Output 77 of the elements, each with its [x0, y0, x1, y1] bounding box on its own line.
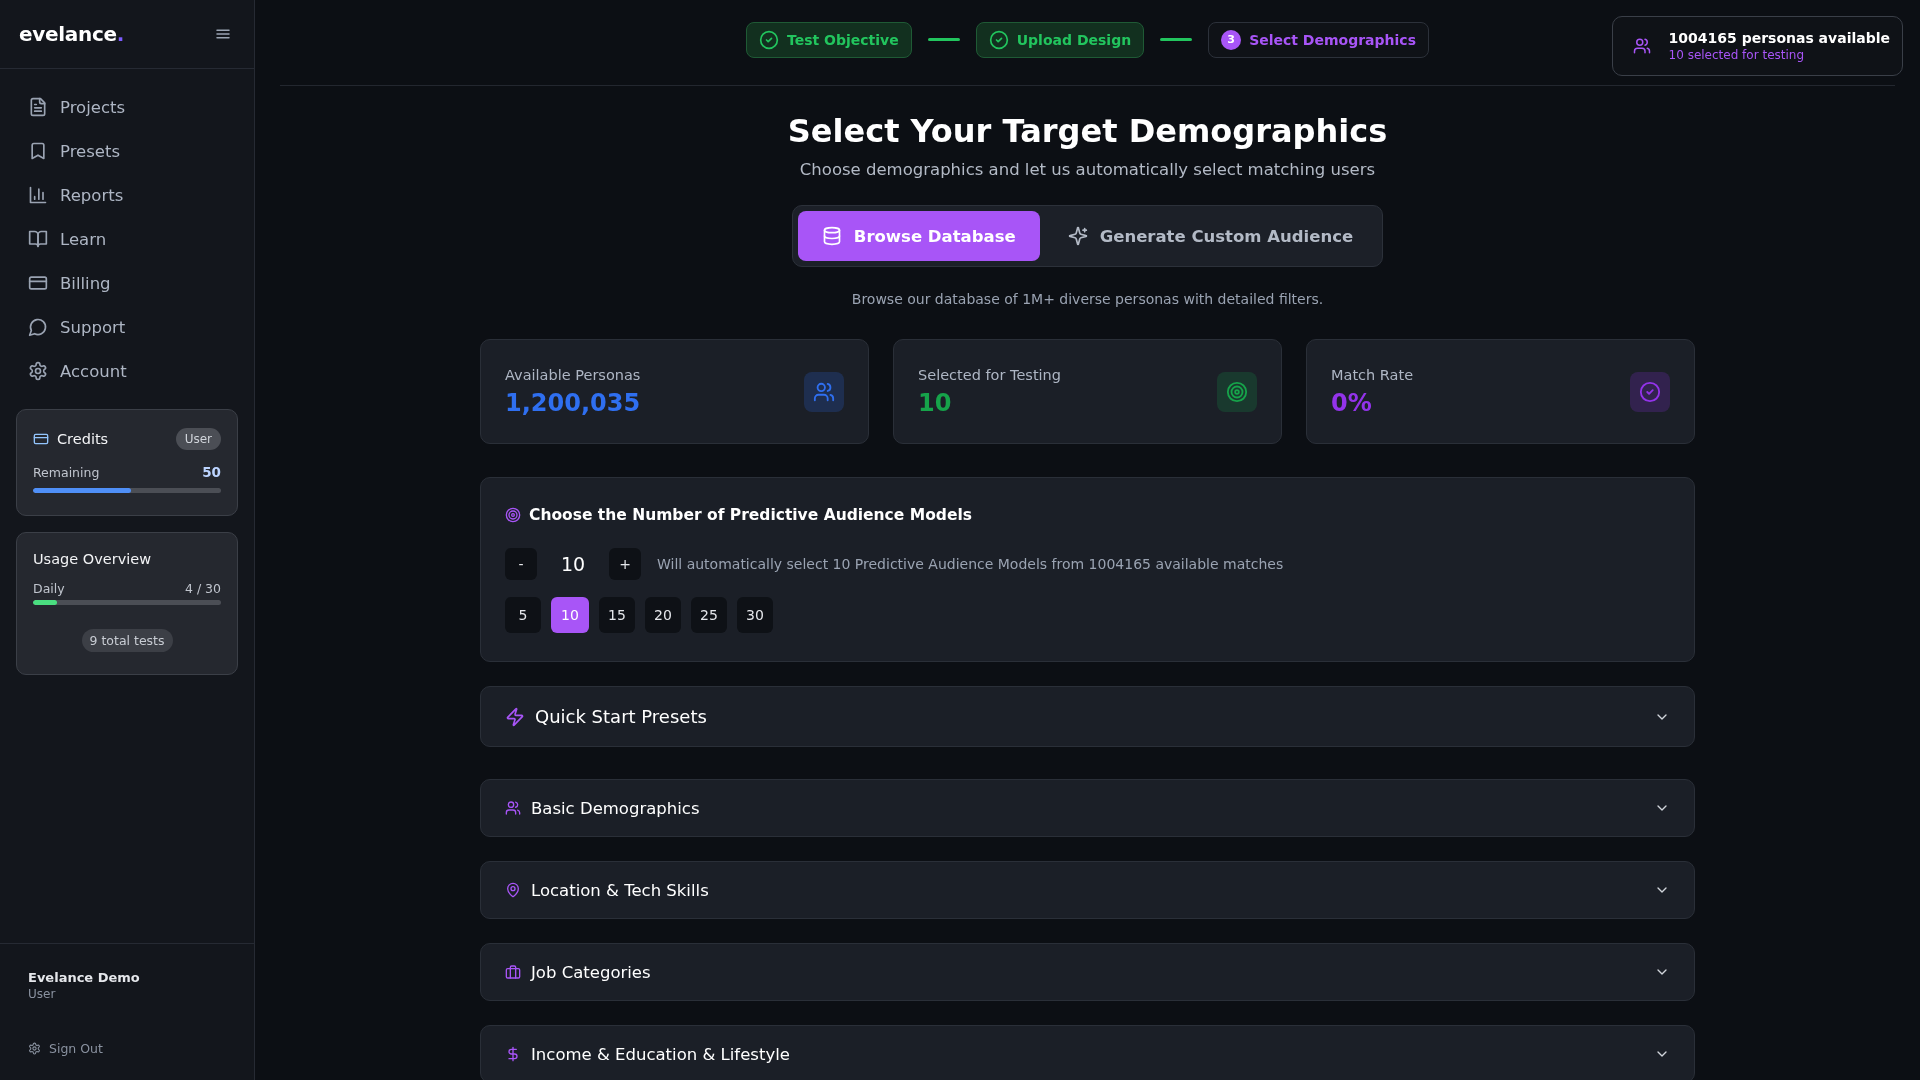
increment-button[interactable]: +	[609, 548, 641, 580]
page-title: Select Your Target Demographics	[787, 112, 1388, 150]
preset-button[interactable]: 25	[691, 597, 727, 633]
preset-button[interactable]: 10	[551, 597, 589, 633]
sign-out-button[interactable]: Sign Out	[28, 1041, 103, 1056]
map-pin-icon	[505, 882, 521, 898]
people-icon	[505, 800, 521, 816]
personas-count: 1004165 personas available	[1668, 30, 1890, 46]
panel-title: Choose the Number of Predictive Audience Models	[529, 506, 972, 524]
section-header[interactable]: Job Categories	[480, 943, 1695, 1001]
check-circle-icon	[759, 29, 779, 50]
check-circle-icon	[988, 29, 1009, 50]
gear-icon	[28, 1042, 41, 1055]
user-role: User	[28, 987, 57, 1001]
step-connector	[1160, 38, 1193, 41]
target-icon	[505, 507, 521, 523]
step-connector	[927, 38, 960, 41]
stat-value: 1,200,035	[505, 388, 641, 417]
file-icon	[28, 97, 48, 117]
section-header[interactable]: Basic Demographics	[480, 779, 1695, 837]
lightning-icon	[505, 706, 525, 727]
nav-item[interactable]: Presets	[28, 129, 121, 173]
target-icon	[1226, 380, 1248, 403]
bookmark-icon	[28, 141, 48, 161]
step-pill[interactable]: 3 Select Demographics	[1208, 21, 1429, 58]
mode-tab[interactable]: Browse Database	[797, 211, 1040, 261]
usage-label: Daily	[33, 581, 65, 596]
section-header[interactable]: Income & Education & Lifestyle	[480, 1025, 1695, 1080]
nav-item[interactable]: Learn	[28, 217, 107, 261]
page-subtitle: Choose demographics and let us automatically select matching users	[799, 160, 1376, 179]
nav-item[interactable]: Billing	[28, 261, 111, 305]
nav-item[interactable]: Support	[28, 305, 126, 349]
people-icon	[813, 380, 835, 403]
step-number: 3	[1221, 29, 1242, 50]
dollar-icon	[505, 1046, 521, 1062]
bar-chart-icon	[28, 185, 48, 205]
user-name: Evelance Demo	[28, 970, 141, 985]
book-icon	[28, 229, 48, 249]
usage-title: Usage Overview	[33, 551, 152, 567]
decrement-button[interactable]: -	[505, 548, 537, 580]
credits-title: Credits	[57, 431, 109, 447]
credits-value: 50	[202, 464, 221, 480]
check-circle-icon	[1639, 380, 1661, 403]
usage-value: 4 / 30	[184, 581, 221, 596]
preset-button[interactable]: 15	[599, 597, 635, 633]
nav-item[interactable]: Projects	[28, 85, 126, 129]
mode-description: Browse our database of 1M+ diverse personas with detailed filters.	[851, 291, 1324, 307]
section-header[interactable]: Quick Start Presets	[480, 686, 1695, 747]
sparkle-icon	[1067, 226, 1088, 246]
stat-label: Selected for Testing	[918, 366, 1061, 383]
mode-tab[interactable]: Generate Custom Audience	[1043, 211, 1378, 261]
speech-bubble-icon	[28, 317, 48, 337]
model-count: 10	[559, 553, 587, 575]
stat-value: 10	[918, 388, 953, 417]
models-note: Will automatically select 10 Predictive Audience Models from 1004165 available matches	[657, 556, 1284, 572]
people-icon	[1632, 37, 1651, 55]
stat-label: Match Rate	[1331, 366, 1414, 383]
step-pill[interactable]: Upload Design	[975, 21, 1145, 58]
nav-item[interactable]: Reports	[28, 173, 124, 217]
preset-button[interactable]: 5	[505, 597, 541, 633]
preset-button[interactable]: 30	[737, 597, 773, 633]
nav-item[interactable]: Account	[28, 349, 127, 393]
card-icon	[28, 273, 48, 293]
role-badge: User	[175, 428, 221, 450]
gear-icon	[28, 361, 48, 381]
total-tests-badge: 9 total tests	[81, 629, 173, 652]
stat-label: Available Personas	[505, 366, 641, 383]
step-pill[interactable]: Test Objective	[746, 21, 912, 58]
preset-button[interactable]: 20	[645, 597, 681, 633]
database-icon	[821, 226, 842, 246]
section-header[interactable]: Location & Tech Skills	[480, 861, 1695, 919]
credits-label: Remaining	[33, 464, 100, 480]
briefcase-icon	[505, 964, 521, 980]
card-icon	[33, 431, 49, 447]
logo[interactable]: evelance.	[19, 22, 125, 46]
selected-count: 10 selected for testing	[1668, 48, 1806, 62]
stat-value: 0%	[1331, 388, 1373, 417]
